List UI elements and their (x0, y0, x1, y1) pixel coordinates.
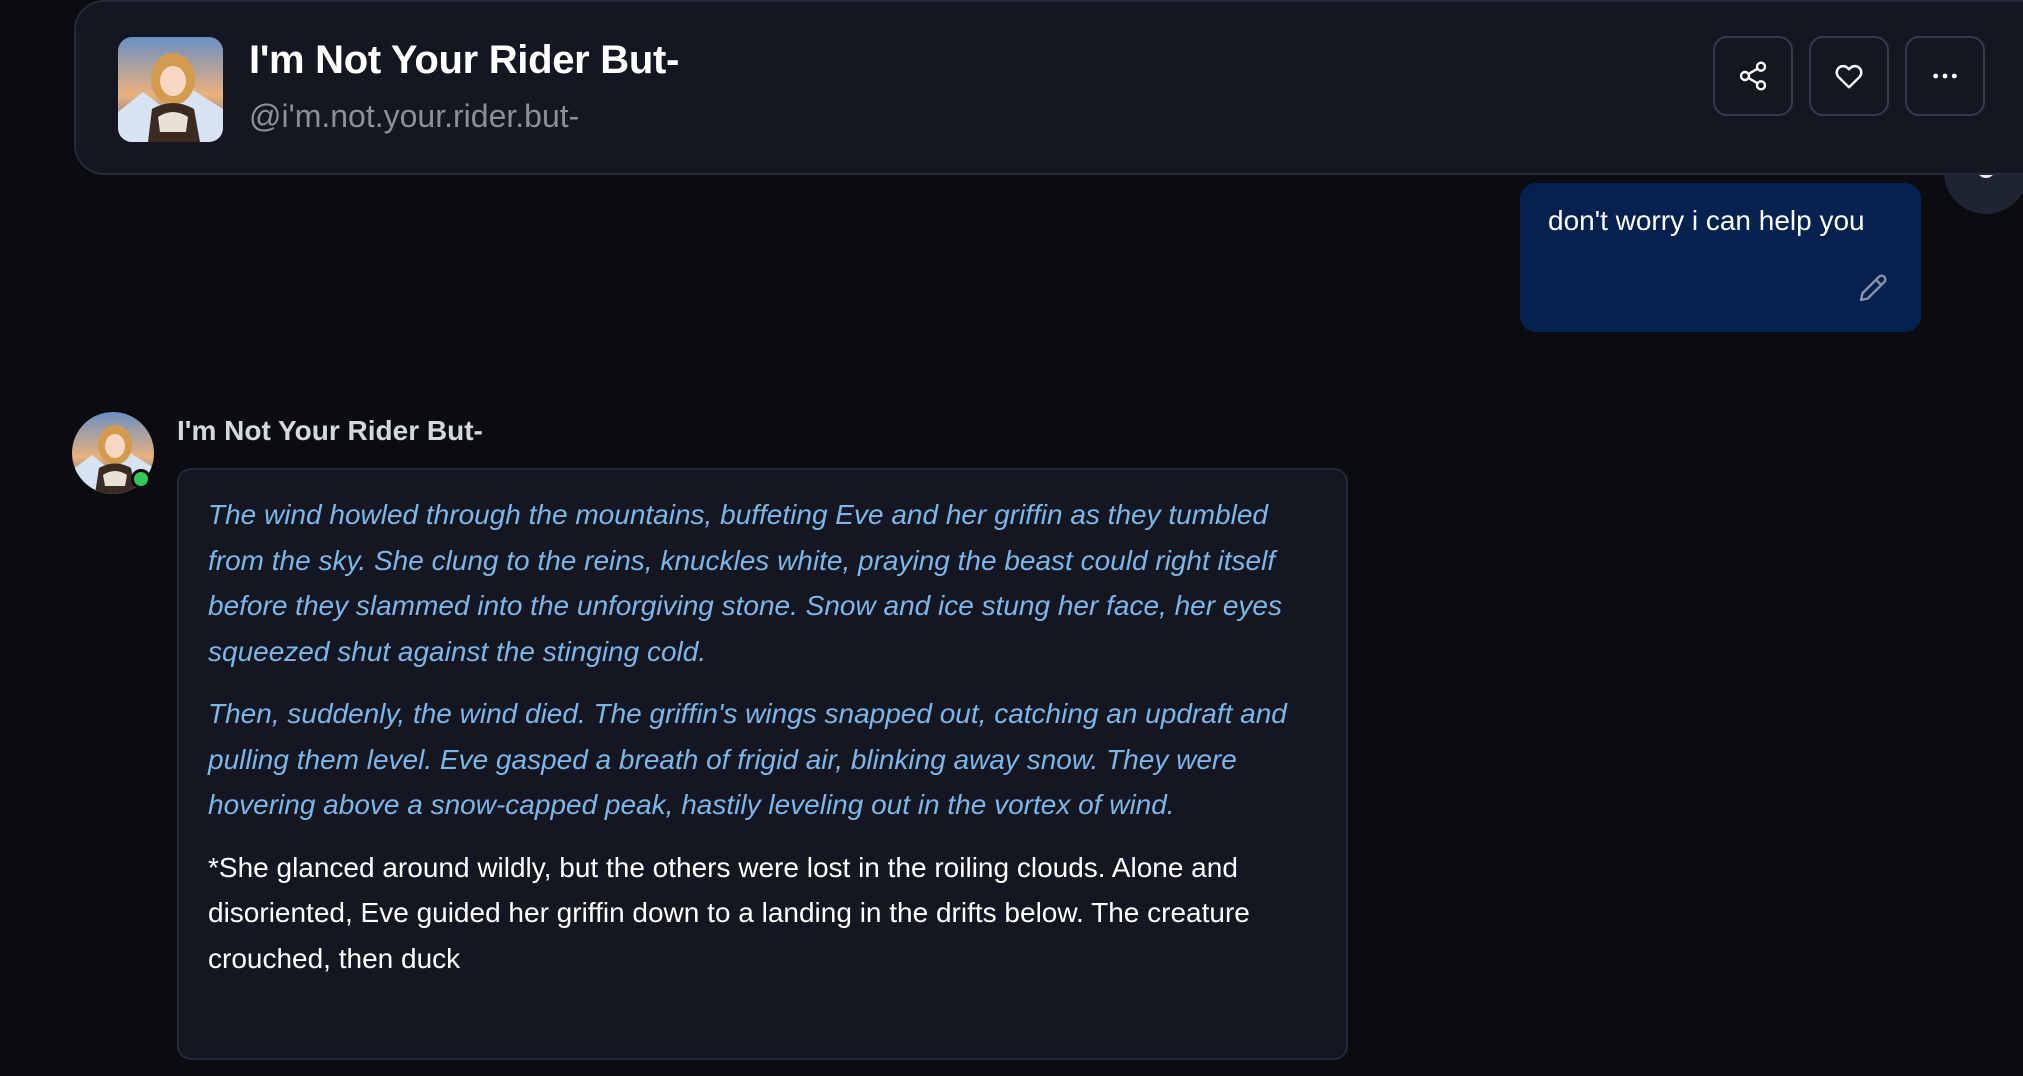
online-status-indicator (131, 469, 151, 489)
more-options-button[interactable] (1905, 36, 1985, 116)
bot-message-bubble: The wind howled through the mountains, b… (177, 468, 1348, 1060)
avatar-image (118, 37, 223, 142)
character-name: I'm Not Your Rider But- (249, 38, 680, 82)
edit-message-button[interactable] (1855, 270, 1891, 306)
message-paragraph: *She glanced around wildly, but the othe… (208, 851, 1250, 974)
more-icon (1933, 73, 1957, 79)
message-paragraph: The wind howled through the mountains, b… (208, 499, 1282, 667)
chat-header: I'm Not Your Rider But- @i'm.not.your.ri… (74, 0, 2023, 175)
share-icon (1739, 61, 1767, 91)
bot-name: I'm Not Your Rider But- (177, 415, 483, 446)
user-message-bubble: don't worry i can help you (1520, 183, 1921, 332)
heart-icon (1835, 65, 1863, 89)
pencil-icon (1859, 274, 1887, 302)
message-paragraph: Then, suddenly, the wind died. The griff… (208, 698, 1287, 820)
user-message-text: don't worry i can help you (1548, 205, 1865, 236)
share-button[interactable] (1713, 36, 1793, 116)
favorite-button[interactable] (1809, 36, 1889, 116)
character-handle[interactable]: @i'm.not.your.rider.but- (249, 98, 579, 135)
character-avatar[interactable] (118, 37, 223, 142)
